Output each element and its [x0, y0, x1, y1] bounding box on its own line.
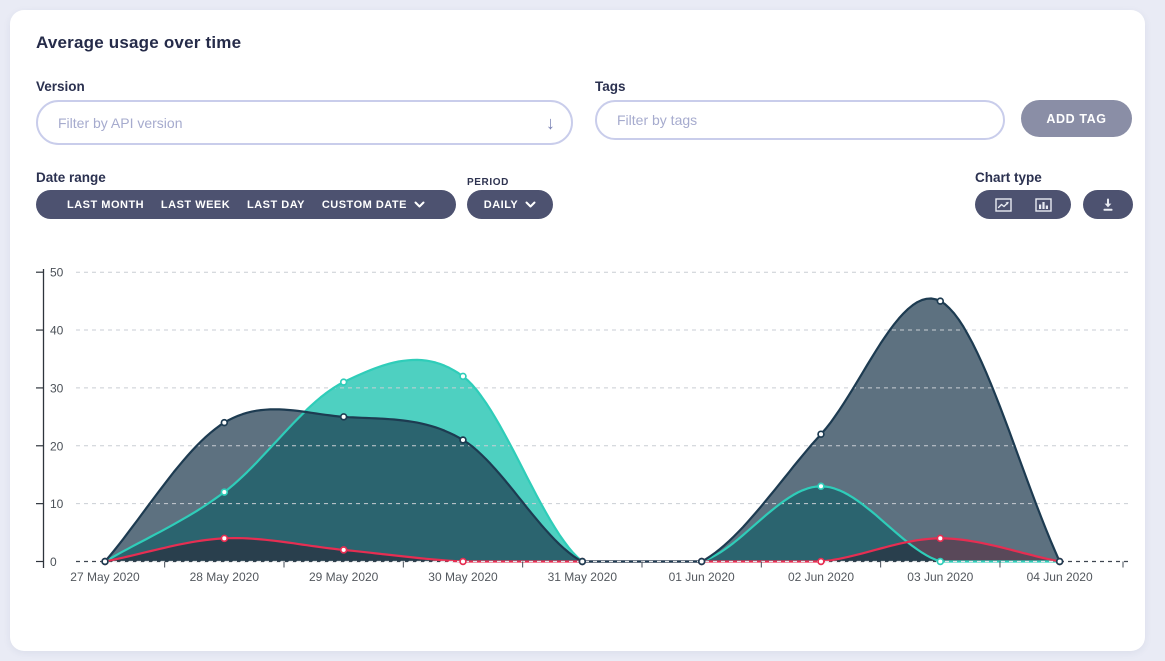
usage-card: Average usage over time Version ↓ Tags A…: [10, 10, 1145, 651]
svg-text:27 May 2020: 27 May 2020: [70, 570, 140, 584]
svg-text:30 May 2020: 30 May 2020: [428, 570, 498, 584]
svg-text:0: 0: [50, 555, 57, 569]
download-button[interactable]: [1083, 190, 1133, 219]
chevron-down-icon: [414, 201, 425, 208]
add-tag-button[interactable]: ADD TAG: [1021, 100, 1132, 137]
date-range-buttons: LAST MONTH LAST WEEK LAST DAY CUSTOM DAT…: [36, 190, 456, 219]
date-range-custom-date-button[interactable]: CUSTOM DATE: [316, 198, 431, 212]
period-label: PERIOD: [467, 177, 509, 188]
date-range-label: Date range: [36, 170, 106, 185]
custom-date-label: CUSTOM DATE: [322, 199, 407, 211]
chart-area: 0 10 20 30 40 50 27 May 2020 28 May 2020 29 May …: [30, 262, 1140, 595]
svg-text:29 May 2020: 29 May 2020: [309, 570, 379, 584]
period-value: DAILY: [484, 199, 519, 211]
page-background: { "page": { "title": "Average usage over…: [0, 0, 1165, 661]
svg-text:02 Jun 2020: 02 Jun 2020: [788, 570, 854, 584]
chart-type-label: Chart type: [975, 170, 1042, 185]
usage-chart[interactable]: 0 10 20 30 40 50 27 May 2020 28 May 2020 29 May …: [30, 262, 1140, 595]
svg-text:03 Jun 2020: 03 Jun 2020: [907, 570, 973, 584]
line-chart-type-button[interactable]: [993, 196, 1014, 214]
period-select[interactable]: DAILY: [467, 190, 553, 219]
date-range-last-month-button[interactable]: LAST MONTH: [61, 198, 150, 212]
svg-text:30: 30: [50, 381, 64, 395]
svg-text:31 May 2020: 31 May 2020: [548, 570, 618, 584]
version-field-label: Version: [36, 79, 85, 94]
chart-type-buttons: [975, 190, 1071, 219]
tags-field-label: Tags: [595, 79, 626, 94]
svg-text:20: 20: [50, 439, 64, 453]
tags-filter-input[interactable]: [595, 100, 1005, 140]
version-filter-input[interactable]: [36, 100, 573, 145]
date-range-last-day-button[interactable]: LAST DAY: [241, 198, 311, 212]
bar-chart-type-button[interactable]: [1033, 196, 1054, 214]
bar-chart-icon: [1035, 198, 1052, 212]
svg-text:50: 50: [50, 266, 64, 280]
svg-text:10: 10: [50, 497, 64, 511]
line-chart-icon: [995, 198, 1012, 212]
svg-text:40: 40: [50, 324, 64, 338]
svg-text:04 Jun 2020: 04 Jun 2020: [1027, 570, 1093, 584]
page-title: Average usage over time: [36, 33, 241, 53]
chevron-down-icon: [525, 201, 536, 208]
download-icon: [1101, 198, 1115, 212]
svg-text:01 Jun 2020: 01 Jun 2020: [669, 570, 735, 584]
date-range-last-week-button[interactable]: LAST WEEK: [155, 198, 236, 212]
svg-text:28 May 2020: 28 May 2020: [190, 570, 260, 584]
